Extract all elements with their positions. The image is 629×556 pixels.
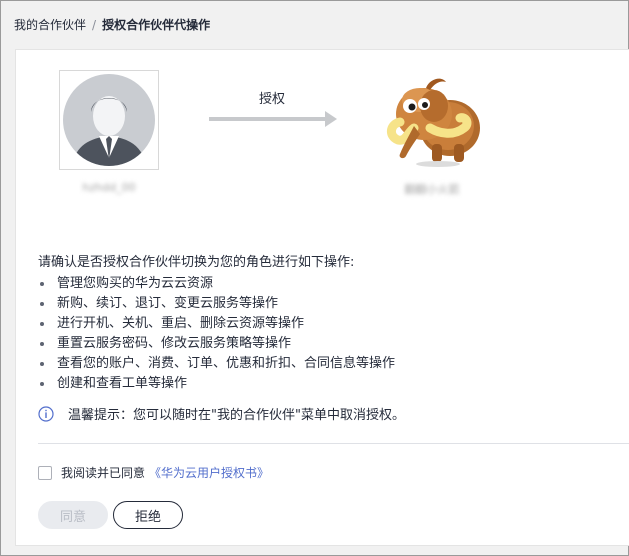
reject-button[interactable]: 拒绝	[113, 501, 183, 529]
authorization-letter-link[interactable]: 《华为云用户授权书》	[149, 464, 269, 481]
right-arrow-icon	[209, 111, 339, 127]
list-item: 查看您的账户、消费、订单、优惠和折扣、合同信息等操作	[38, 354, 395, 374]
list-item: 管理您购买的华为云云资源	[38, 274, 395, 294]
agreement-row: 我阅读并已同意 《华为云用户授权书》	[38, 464, 269, 481]
user-avatar	[59, 70, 159, 170]
mammoth-icon	[387, 78, 480, 167]
breadcrumb-separator: /	[92, 18, 97, 32]
authorize-arrow-label: 授权	[258, 92, 285, 107]
authorization-card: hzhdd_00 授权 翻翻小火箭 请确认是否授权合作伙伴切换为您的角色进行如下…	[15, 49, 629, 546]
agree-text: 我阅读并已同意	[61, 466, 146, 480]
partner-avatar	[380, 70, 484, 170]
page-frame: 我的合作伙伴 / 授权合作伙伴代操作 hzhdd_00 授权 翻翻小火箭 请确认…	[0, 0, 629, 556]
agree-checkbox[interactable]	[38, 465, 52, 480]
divider	[38, 443, 629, 444]
breadcrumb-current: 授权合作伙伴代操作	[102, 18, 211, 32]
list-item: 进行开机、关机、重启、删除云资源等操作	[38, 314, 395, 334]
agree-button[interactable]: 同意	[38, 501, 108, 529]
tip-text: 温馨提示：您可以随时在"我的合作伙伴"菜单中取消授权。	[68, 408, 405, 423]
info-circle-icon	[38, 405, 54, 422]
list-item: 创建和查看工单等操作	[38, 374, 395, 394]
operations-list: 管理您购买的华为云云资源 新购、续订、退订、变更云服务等操作 进行开机、关机、重…	[38, 274, 395, 394]
breadcrumb-my-partners[interactable]: 我的合作伙伴	[14, 18, 86, 32]
breadcrumb: 我的合作伙伴 / 授权合作伙伴代操作	[14, 16, 210, 33]
user-name-masked: hzhdd_00	[82, 181, 136, 194]
list-item: 新购、续订、退订、变更云服务等操作	[38, 294, 395, 314]
confirm-title: 请确认是否授权合作伙伴切换为您的角色进行如下操作:	[38, 255, 355, 270]
tip-message: 温馨提示：您可以随时在"我的合作伙伴"菜单中取消授权。	[38, 404, 405, 423]
default-person-avatar-icon	[63, 74, 155, 166]
partner-name-masked: 翻翻小火箭	[404, 183, 460, 196]
list-item: 重置云服务密码、修改云服务策略等操作	[38, 334, 395, 354]
